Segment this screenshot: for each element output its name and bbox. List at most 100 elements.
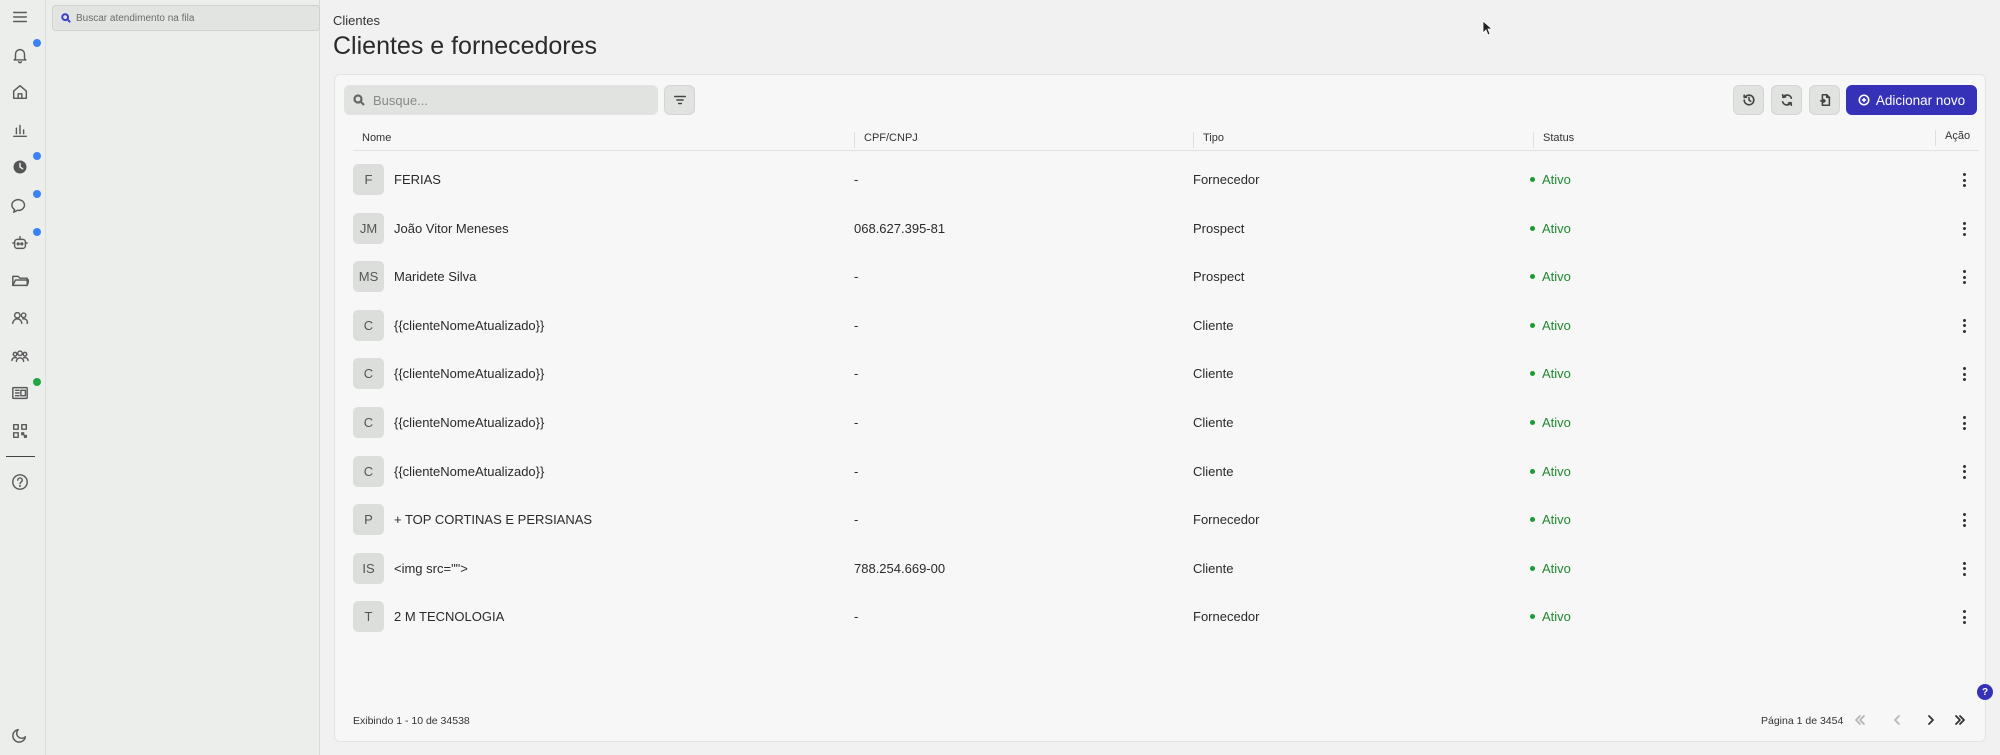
add-new-label: Adicionar novo bbox=[1875, 92, 1966, 108]
users-icon[interactable] bbox=[9, 307, 31, 329]
status-badge: Ativo bbox=[1530, 366, 1571, 381]
avatar: P bbox=[353, 504, 384, 536]
client-type: Prospect bbox=[1193, 220, 1245, 236]
table-row[interactable]: C {{clienteNomeAtualizado}} - Cliente Ativo bbox=[353, 351, 1979, 399]
status-dot bbox=[1530, 420, 1535, 425]
breadcrumb[interactable]: Clientes bbox=[333, 13, 380, 28]
status-badge: Ativo bbox=[1530, 415, 1571, 430]
row-actions-button[interactable] bbox=[1956, 170, 1972, 190]
avatar: JM bbox=[353, 212, 384, 244]
client-name[interactable]: + TOP CORTINAS E PERSIANAS bbox=[394, 512, 592, 527]
help-icon[interactable] bbox=[9, 471, 31, 493]
avatar: C bbox=[353, 407, 384, 438]
add-new-button[interactable]: Adicionar novo bbox=[1846, 85, 1977, 115]
column-name[interactable]: Nome bbox=[353, 132, 391, 148]
table-row[interactable]: C {{clienteNomeAtualizado}} - Cliente Ativo bbox=[353, 303, 1979, 351]
status-dot bbox=[1530, 225, 1535, 231]
help-chat-button[interactable]: ? bbox=[1977, 684, 1993, 700]
newspaper-icon[interactable] bbox=[9, 382, 31, 404]
chevrons-right-icon bbox=[1955, 715, 1965, 725]
client-type: Cliente bbox=[1193, 415, 1234, 430]
status-badge: Ativo bbox=[1530, 464, 1571, 479]
status-dot bbox=[1530, 517, 1535, 523]
row-actions-button[interactable] bbox=[1956, 364, 1972, 384]
table-row[interactable]: MS Maridete Silva - Prospect Ativo bbox=[353, 254, 1979, 302]
clock-icon[interactable] bbox=[9, 156, 31, 178]
table-row[interactable]: F FERIAS - Fornecedor Ativo bbox=[353, 157, 1979, 205]
avatar: F bbox=[353, 164, 384, 195]
client-name[interactable]: <img src=""> bbox=[394, 561, 468, 576]
row-actions-button[interactable] bbox=[1956, 413, 1972, 433]
bell-icon[interactable] bbox=[9, 44, 31, 66]
queue-panel bbox=[46, 0, 320, 755]
client-type: Cliente bbox=[1193, 366, 1234, 382]
client-type: Fornecedor bbox=[1193, 609, 1260, 625]
status-label: Ativo bbox=[1542, 463, 1571, 479]
rail-divider bbox=[6, 456, 35, 457]
menu-icon[interactable] bbox=[9, 6, 31, 28]
client-name[interactable]: {{clienteNomeAtualizado}} bbox=[394, 415, 544, 430]
last-page-button[interactable] bbox=[1951, 711, 1969, 729]
team-icon[interactable] bbox=[9, 345, 31, 367]
table-row[interactable]: JM João Vitor Meneses 068.627.395-81 Prospe… bbox=[353, 206, 1979, 254]
table-search[interactable] bbox=[344, 85, 658, 115]
column-type[interactable]: Tipo bbox=[1193, 132, 1224, 148]
client-name[interactable]: 2 M TECNOLOGIA bbox=[394, 609, 504, 624]
client-name[interactable]: FERIAS bbox=[394, 172, 441, 187]
client-name[interactable]: Maridete Silva bbox=[394, 269, 476, 284]
home-icon[interactable] bbox=[9, 81, 31, 103]
chat-icon[interactable] bbox=[9, 194, 31, 216]
table-row[interactable]: P + TOP CORTINAS E PERSIANAS - Fornecedor At… bbox=[353, 497, 1979, 545]
chevron-left-icon bbox=[1894, 715, 1900, 725]
client-name[interactable]: João Vitor Meneses bbox=[394, 221, 509, 236]
queue-search-input[interactable] bbox=[76, 12, 306, 24]
row-actions-button[interactable] bbox=[1956, 510, 1972, 530]
client-type: Fornecedor bbox=[1193, 512, 1260, 528]
row-actions-button[interactable] bbox=[1956, 267, 1972, 287]
table-search-input[interactable] bbox=[373, 92, 643, 108]
client-type: Prospect bbox=[1193, 269, 1245, 285]
row-actions-button[interactable] bbox=[1956, 316, 1972, 336]
bot-icon[interactable] bbox=[9, 232, 31, 254]
table-row[interactable]: C {{clienteNomeAtualizado}} - Cliente Ativo bbox=[353, 400, 1979, 448]
table-row[interactable]: IS <img src=""> 788.254.669-00 Cliente Ativo bbox=[353, 546, 1979, 594]
table-header: Nome CPF/CNPJ Tipo Status Ação bbox=[353, 127, 1979, 151]
status-badge: Ativo bbox=[1530, 609, 1571, 624]
column-doc[interactable]: CPF/CNPJ bbox=[854, 132, 918, 148]
status-dot bbox=[1530, 614, 1535, 620]
row-actions-button[interactable] bbox=[1956, 559, 1972, 579]
avatar: MS bbox=[353, 261, 384, 293]
filter-icon bbox=[673, 95, 686, 105]
search-icon bbox=[61, 13, 71, 23]
history-button[interactable] bbox=[1733, 85, 1764, 115]
client-type: Fornecedor bbox=[1193, 172, 1260, 187]
table-row[interactable]: T 2 M TECNOLOGIA - Fornecedor Ativo bbox=[353, 594, 1979, 642]
prev-page-button[interactable] bbox=[1888, 711, 1906, 729]
client-doc: - bbox=[854, 512, 859, 528]
first-page-button[interactable] bbox=[1851, 711, 1869, 729]
moon-icon[interactable] bbox=[9, 724, 31, 746]
client-name[interactable]: {{clienteNomeAtualizado}} bbox=[394, 318, 544, 333]
client-doc: 068.627.395-81 bbox=[854, 220, 946, 236]
client-type: Cliente bbox=[1193, 560, 1234, 576]
client-name[interactable]: {{clienteNomeAtualizado}} bbox=[394, 464, 544, 479]
status-dot bbox=[1530, 565, 1535, 571]
refresh-button[interactable] bbox=[1771, 85, 1802, 115]
folder-icon[interactable] bbox=[9, 269, 31, 291]
import-button[interactable] bbox=[1809, 85, 1840, 115]
column-status[interactable]: Status bbox=[1533, 132, 1574, 148]
row-actions-button[interactable] bbox=[1956, 462, 1972, 482]
filter-button[interactable] bbox=[664, 85, 695, 115]
status-label: Ativo bbox=[1542, 269, 1571, 285]
table-row[interactable]: C {{clienteNomeAtualizado}} - Cliente Ativo bbox=[353, 449, 1979, 497]
chart-icon[interactable] bbox=[9, 119, 31, 141]
row-actions-button[interactable] bbox=[1956, 219, 1972, 239]
queue-search[interactable] bbox=[52, 5, 320, 31]
status-badge: Ativo bbox=[1530, 221, 1571, 236]
icon-rail bbox=[0, 0, 46, 755]
client-name[interactable]: {{clienteNomeAtualizado}} bbox=[394, 366, 544, 381]
row-actions-button[interactable] bbox=[1956, 607, 1972, 627]
qr-icon[interactable] bbox=[9, 420, 31, 442]
next-page-button[interactable] bbox=[1922, 711, 1940, 729]
status-badge: Ativo bbox=[1530, 172, 1571, 187]
